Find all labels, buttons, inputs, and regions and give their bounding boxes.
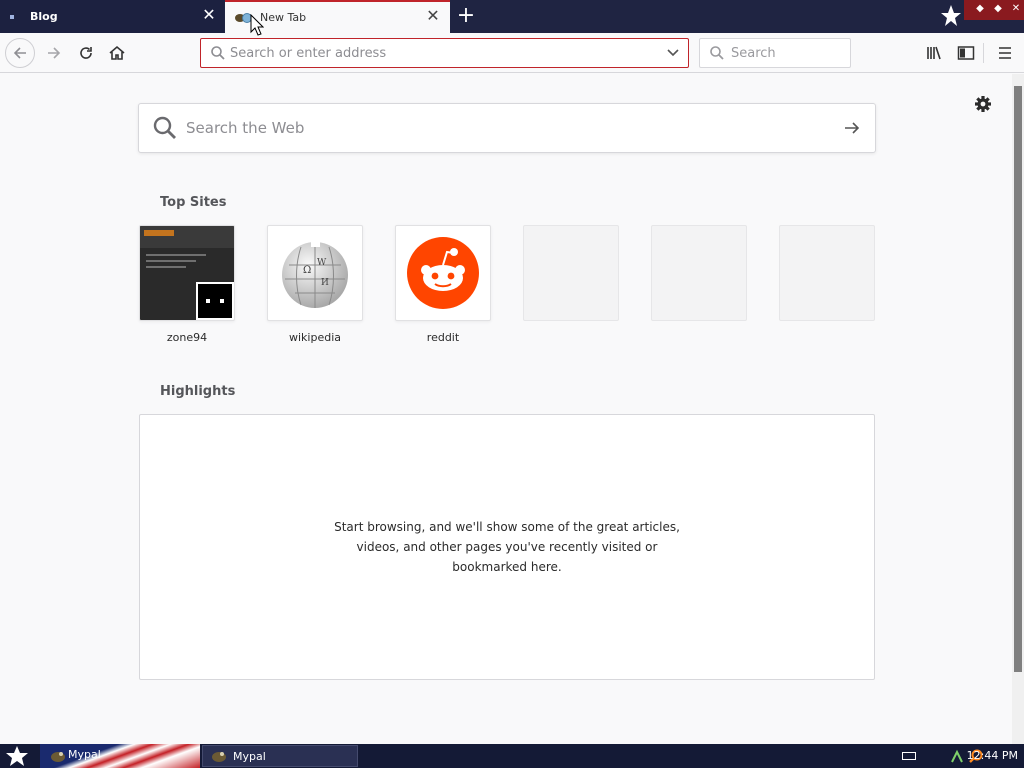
top-site-label: reddit [426,331,460,344]
maximize-icon[interactable]: ◆ [992,3,1004,15]
search-input[interactable] [731,45,841,61]
reddit-alien-icon [407,237,479,309]
library-button[interactable] [920,39,948,67]
start-star-icon[interactable] [2,745,32,767]
taskbar: Mypal Mypal 12:44 PM [0,744,1024,768]
mypal-icon [212,752,226,762]
window-controls: ◆ ◆ ✕ [940,0,1024,33]
close-icon[interactable]: ✕ [426,8,440,24]
taskbar-button-label: Mypal [233,749,266,763]
zone94-screenshot [139,225,235,321]
library-icon [927,46,941,60]
sidebar-button[interactable] [952,39,980,67]
web-search-input[interactable] [186,119,786,137]
top-site-label: wikipedia [288,331,341,344]
new-tab-plus-icon[interactable]: + [455,5,477,27]
top-site-empty[interactable] [779,225,875,321]
highlights-heading: Highlights [160,384,236,399]
top-sites-heading: Top Sites [160,195,227,210]
forward-arrow-icon [48,47,61,59]
star-icon [941,5,961,26]
close-window-icon[interactable]: ✕ [1010,3,1022,15]
system-tray: 12:44 PM [874,744,1024,768]
web-search-box[interactable] [138,103,876,153]
sidebar-icon [957,46,975,60]
tab-title: Blog [30,10,58,23]
top-site-reddit[interactable]: reddit [395,225,491,344]
top-site-empty[interactable] [523,225,619,321]
empty-tile [779,225,875,321]
tab-title: New Tab [260,11,307,24]
minimize-icon[interactable]: ◆ [974,3,986,15]
highlights-empty-box: Start browsing, and we'll show some of t… [139,414,875,680]
url-input[interactable] [230,45,650,61]
keyboard-icon[interactable] [902,752,916,760]
network-icon[interactable] [950,748,964,764]
arrow-right-icon[interactable] [843,119,861,137]
tab-strip: Blog ✕ New Tab ✕ + ◆ ◆ ✕ [0,0,1024,33]
svg-text:W: W [317,258,327,268]
back-button[interactable] [5,38,35,68]
top-site-label: zone94 [166,331,208,344]
url-bar[interactable] [200,38,689,68]
top-site-empty[interactable] [651,225,747,321]
new-tab-page: Top Sites zone94 Ω W И wikipe [0,74,1012,744]
scrollbar[interactable] [1012,74,1024,744]
top-site-zone94[interactable]: zone94 [139,225,235,344]
menu-button[interactable] [991,39,1019,67]
scrollbar-thumb[interactable] [1014,86,1022,672]
svg-text:И: И [321,278,329,288]
search-icon [211,46,225,60]
search-icon [710,46,724,60]
home-button[interactable] [103,39,131,67]
blog-favicon-icon [10,14,14,19]
taskbar-button-mypal[interactable]: Mypal [202,745,358,767]
zone94-badge-icon [196,282,234,320]
reload-button[interactable] [72,39,100,67]
home-icon [109,45,125,60]
reddit-tile [395,225,491,321]
top-site-wikipedia[interactable]: Ω W И wikipedia [267,225,363,344]
highlights-empty-message: Start browsing, and we'll show some of t… [334,520,680,574]
quick-launch-mypal[interactable]: Mypal [40,744,200,768]
gear-icon[interactable] [973,94,993,114]
mouse-cursor-icon [250,14,264,36]
reload-icon [80,47,92,59]
clock: 12:44 PM [966,749,1018,762]
hamburger-menu-icon [999,47,1011,59]
mypal-icon [51,752,65,762]
chevron-down-icon[interactable] [666,47,680,59]
svg-text:Ω: Ω [303,265,311,276]
wikipedia-tile: Ω W И [267,225,363,321]
empty-tile [651,225,747,321]
toolbar-divider [983,43,984,63]
forward-button[interactable] [40,39,68,67]
empty-tile [523,225,619,321]
close-icon[interactable]: ✕ [202,7,216,23]
search-bar[interactable] [699,38,851,68]
quick-launch-label: Mypal [68,748,101,761]
search-icon [153,116,176,139]
tab-blog[interactable]: Blog ✕ [0,0,224,33]
back-arrow-icon [13,47,26,59]
wikipedia-globe-icon: Ω W И [282,237,348,308]
navigation-toolbar [0,33,1024,73]
